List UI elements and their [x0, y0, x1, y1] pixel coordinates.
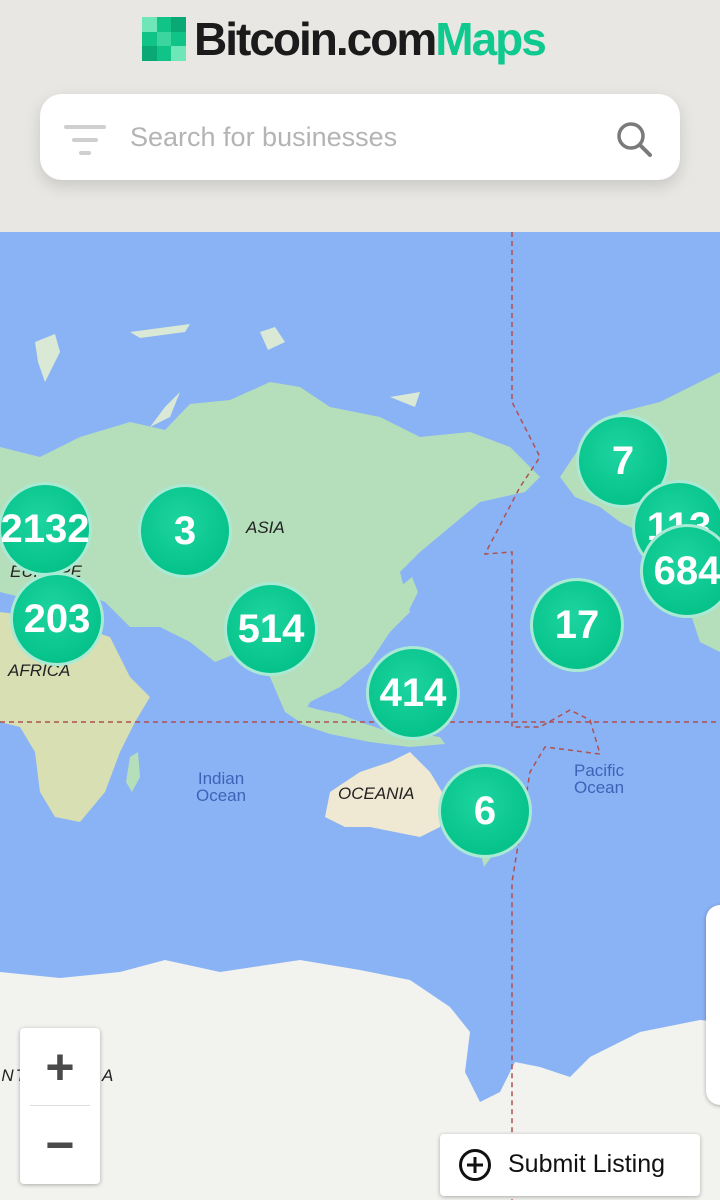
submit-listing-label: Submit Listing	[508, 1150, 666, 1178]
logo-mark-icon	[142, 17, 186, 61]
app-header: Bitcoin.comMaps	[0, 0, 720, 232]
submit-listing-button[interactable]: Submit Listing	[440, 1134, 700, 1196]
logo-text-bitcoin: Bitcoin.com	[194, 13, 437, 65]
cluster-marker-europe[interactable]: 2132	[0, 482, 92, 576]
label-asia: ASIA	[246, 518, 285, 537]
world-map[interactable]: ASIA EUROPE AFRICA OCEANIA ANTARCTICA In…	[0, 232, 720, 1200]
cluster-marker-russia[interactable]: 3	[138, 484, 232, 578]
cluster-marker-south-asia[interactable]: 514	[224, 582, 318, 676]
cluster-marker-southeast-asia[interactable]: 414	[366, 646, 460, 740]
filter-icon[interactable]	[64, 124, 106, 156]
cluster-marker-australia[interactable]: 6	[438, 764, 532, 858]
label-pacific-ocean: Pacific Ocean	[574, 761, 625, 797]
search-input[interactable]	[130, 112, 590, 162]
zoom-out-button[interactable]: −	[20, 1106, 100, 1184]
search-icon[interactable]	[614, 119, 654, 159]
cluster-marker-africa[interactable]: 203	[10, 572, 104, 666]
zoom-in-button[interactable]: +	[20, 1028, 100, 1106]
logo-text: Bitcoin.comMaps	[194, 13, 547, 65]
bitcoin-com-maps-logo[interactable]: Bitcoin.comMaps	[142, 13, 547, 65]
plus-circle-icon	[459, 1149, 491, 1181]
label-indian-ocean: Indian Ocean	[196, 769, 247, 805]
logo-text-maps: Maps	[435, 13, 547, 65]
cluster-marker-pacific[interactable]: 17	[530, 578, 624, 672]
map-base-layer	[0, 232, 720, 1200]
zoom-control: + −	[20, 1028, 100, 1184]
side-panel-tab[interactable]	[706, 905, 720, 1105]
label-oceania: OCEANIA	[338, 784, 415, 803]
